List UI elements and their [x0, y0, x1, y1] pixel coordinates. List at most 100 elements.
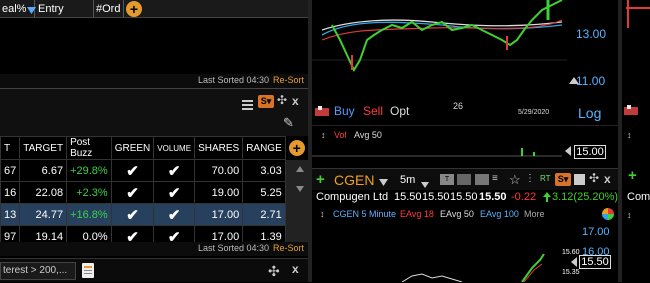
- calendar-icon[interactable]: [475, 174, 489, 185]
- col-label: SHARES: [198, 142, 240, 154]
- resize-icon[interactable]: ↕: [627, 210, 635, 220]
- cell-range: 5.25: [242, 181, 286, 204]
- cell-post-buzz: +2.3%: [66, 181, 112, 204]
- cgen-price-svg: [401, 253, 545, 282]
- top-table-header: eal% Entry #Ord +: [0, 0, 308, 18]
- sort-menu-icon[interactable]: S▾: [258, 95, 274, 108]
- sort-menu-icon[interactable]: S▾: [555, 173, 571, 186]
- col-header-entry[interactable]: Entry: [36, 0, 94, 18]
- add-column-icon[interactable]: +: [126, 1, 142, 17]
- check-icon: ✔: [110, 181, 155, 204]
- document-icon[interactable]: [82, 263, 94, 278]
- add-col-cell[interactable]: +: [285, 137, 308, 160]
- resize-icon[interactable]: ↕: [627, 130, 635, 140]
- study-legend: ↕ CGEN 5 Minute EAvg 18 EAvg 50 EAvg 100…: [312, 208, 618, 222]
- add-column-icon[interactable]: +: [288, 140, 305, 156]
- price-chart-top[interactable]: 13.00 11.00: [312, 0, 618, 100]
- save-icon[interactable]: [574, 174, 585, 185]
- add-chart-icon[interactable]: +: [628, 168, 640, 183]
- dropdown-icon[interactable]: [379, 174, 388, 186]
- palette-icon[interactable]: [602, 208, 614, 220]
- scroll-up-icon[interactable]: [296, 160, 304, 172]
- chevron-down-icon[interactable]: [421, 176, 429, 188]
- list-icon[interactable]: ≡: [492, 173, 504, 185]
- price-triangle-icon: [569, 77, 579, 84]
- scroll-down-icon[interactable]: [296, 180, 304, 192]
- move-icon[interactable]: ✣: [589, 172, 600, 184]
- option-button[interactable]: Opt: [390, 104, 409, 118]
- volume-bars-svg: [312, 148, 562, 157]
- eavg18-label: EAvg 18: [400, 209, 434, 219]
- cgen-chart-panel[interactable]: + CGEN 5m T ≡ ☆ ⋮ RT S▾ ✣ x Compugen Ltd…: [312, 168, 618, 282]
- close-icon[interactable]: x: [292, 94, 302, 108]
- filter-field[interactable]: terest > 200,...: [0, 262, 76, 280]
- cell-target: 22.08: [19, 181, 68, 204]
- log-scale-button[interactable]: Log: [578, 105, 601, 121]
- col-header-target[interactable]: TARGET: [19, 136, 68, 160]
- top-sort-bar: Last Sorted 04:30 Re-Sort: [0, 74, 308, 88]
- col-header-volume[interactable]: VOLUME: [153, 136, 196, 160]
- last-sorted-label: Last Sorted 04:30: [198, 75, 270, 85]
- close-icon[interactable]: x: [604, 172, 614, 186]
- trade-icon[interactable]: [624, 104, 638, 116]
- cell-shares: 19.00: [194, 181, 244, 204]
- lower-table-toolbar: S▾ ✣ x ✎: [0, 88, 308, 136]
- filter-text: terest > 200,...: [3, 265, 68, 276]
- menu-icon[interactable]: [242, 97, 253, 110]
- more-button[interactable]: More: [524, 209, 545, 219]
- resort-button[interactable]: Re-Sort: [273, 75, 304, 85]
- col-label: T: [4, 142, 11, 154]
- col-label: VOLUME: [157, 143, 192, 153]
- arrow-up-icon: [543, 192, 551, 202]
- eavg100-label: EAvg 100: [480, 209, 519, 219]
- axis-day-label: 26: [453, 101, 464, 111]
- resize-icon[interactable]: ↕: [321, 130, 329, 140]
- star-icon[interactable]: ☆: [509, 172, 523, 187]
- col-label: Post Buzz: [70, 137, 93, 159]
- eavg50-label: EAvg 50: [440, 209, 474, 219]
- symbol-toolbar: + CGEN 5m T ≡ ☆ ⋮ RT S▾ ✣ x: [312, 168, 618, 190]
- lines-icon[interactable]: ⋮: [525, 173, 537, 185]
- buy-button[interactable]: Buy: [334, 104, 355, 118]
- template-icon[interactable]: T: [440, 174, 454, 185]
- col-header-t[interactable]: T: [0, 136, 21, 160]
- check-icon: ✔: [153, 159, 196, 182]
- cell-target: 24.77: [19, 203, 68, 226]
- table-row[interactable]: 67 6.67 +29.8% ✔ ✔ 70.00 3.03: [0, 159, 309, 182]
- resize-icon[interactable]: ↕: [320, 209, 328, 219]
- watchlist-panel: eal% Entry #Ord + Last Sorted 04:30 Re-S…: [0, 0, 309, 282]
- resort-button[interactable]: Re-Sort: [273, 243, 304, 253]
- table-row-selected[interactable]: 13 24.77 +16.8% ✔ ✔ 17.00 2.71: [0, 203, 309, 226]
- quote-low: 15.50: [450, 191, 478, 203]
- sell-button[interactable]: Sell: [363, 104, 383, 118]
- col-header-post-buzz[interactable]: Post Buzz: [66, 136, 112, 160]
- col-header-range[interactable]: RANGE: [242, 136, 286, 160]
- rt-icon[interactable]: RT: [540, 174, 552, 185]
- price-axis-label: 13.00: [576, 27, 607, 41]
- move-icon[interactable]: ✣: [277, 94, 288, 106]
- price-mini-label: 15.35: [562, 269, 580, 276]
- col-header-green[interactable]: GREEN: [110, 136, 155, 160]
- pin-icon[interactable]: ✎: [283, 115, 297, 131]
- table-row[interactable]: 16 22.08 +2.3% ✔ ✔ 19.00 5.25: [0, 181, 309, 204]
- close-icon[interactable]: x: [292, 262, 302, 276]
- sort-arrow-icon[interactable]: [27, 3, 36, 14]
- indicator-icon[interactable]: [457, 174, 471, 185]
- col-header-ord[interactable]: #Ord: [94, 0, 124, 18]
- col-header-shares[interactable]: SHARES: [194, 136, 244, 160]
- scrollbar-track[interactable]: [285, 203, 309, 226]
- check-icon: ✔: [153, 181, 196, 204]
- move-icon[interactable]: ✣: [268, 263, 286, 279]
- col-label: #Ord: [96, 3, 121, 15]
- interval-select[interactable]: 5m: [400, 174, 415, 186]
- right-chart-partial[interactable]: ↕ + Com ↕: [622, 0, 650, 282]
- symbol-label[interactable]: CGEN: [334, 172, 374, 188]
- company-name: Compugen Ltd: [316, 191, 389, 203]
- col-label: TARGET: [23, 142, 64, 154]
- volume-pane[interactable]: ↕ Vol Avg 50 15.00: [312, 125, 618, 167]
- trade-icon[interactable]: [315, 105, 329, 117]
- add-chart-icon[interactable]: +: [316, 172, 328, 187]
- check-icon: ✔: [110, 159, 155, 182]
- quote-high: 15.50: [422, 191, 450, 203]
- last-sorted-label: Last Sorted 04:30: [198, 243, 270, 253]
